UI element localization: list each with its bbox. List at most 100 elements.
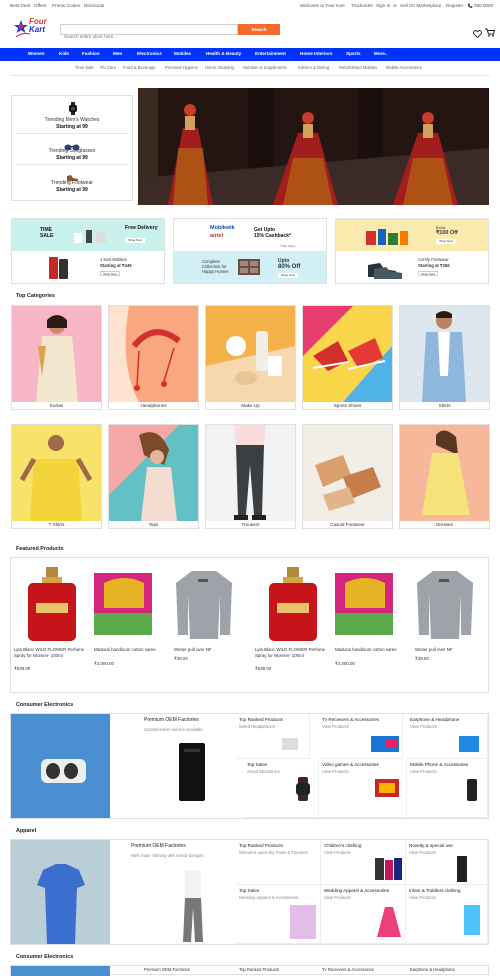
product-name[interactable]: Madurai handloom cotton saree [94,647,174,653]
register-link[interactable]: Register [446,3,463,8]
subnav-item[interactable]: Food & Beverage [123,65,156,70]
shop-now-button[interactable]: Shop Now [125,238,145,243]
product-name[interactable]: Madurai handloom cotton saree [335,647,415,653]
sub-category-cell[interactable]: Top Ranked Products Wired Headphones [236,714,310,759]
product-name[interactable]: Lyla Blanc WILD FLOWER Perfume Spray for… [255,647,335,658]
sub-category-cell[interactable]: Wedding Apparel & Accessories View Produc… [321,885,406,944]
product-price: ₹639.00 [14,666,31,671]
product-card[interactable]: Winter pull over NF ₹39.00 [174,565,254,685]
sub-category-cell[interactable]: Infant & Toddlers clothing View Products [406,885,488,944]
phone-number[interactable]: 080 0000 [474,3,493,8]
mobikwik-logo: Mobikwik [210,225,235,231]
sub-category-cell[interactable]: Top Ranked Products Women's quick-dry Pan… [236,840,321,885]
offers-link[interactable]: Offers [34,3,46,8]
cell-heading: Top Ranked Products [239,717,283,722]
category-label: T Shirts [48,522,65,527]
hero-banner[interactable] [138,88,489,205]
promo-card-mobikwik[interactable]: Mobikwik airtel Get Upto 15% Cashback* *… [173,218,327,284]
feature-heading[interactable]: Premium OEM Factories [144,717,199,723]
sub-category-cell[interactable]: Top Sales Wedding Apparel & Accessories [236,885,321,944]
product-name[interactable]: Winter pull over NF [415,647,495,653]
cart-icon[interactable] [485,24,496,37]
cell-heading: Novelty & special use [409,843,453,848]
featured-products-title: Featured Products [16,546,64,552]
category-card[interactable]: Sports Shoes [302,305,393,410]
sub-category-cell[interactable]: Earphone & Headphone View Products [407,714,488,759]
subnav-item[interactable]: Time Sale [75,65,94,70]
feature-heading[interactable]: Premium OEM Factories [144,967,190,972]
sell-on-marketplace-link[interactable]: Sell On Marketplace [400,3,441,8]
subnav-item[interactable]: Personal Hygiene [165,65,198,70]
sub-category-cell[interactable]: Children's clothing View Products [321,840,406,885]
subnav-item[interactable]: Flu Care [100,65,116,70]
product-name[interactable]: Lyla Blanc WILD FLOWER Perfume Spray for… [14,647,94,658]
nav-sports[interactable]: Sports [346,51,361,56]
promo-codes-link[interactable]: Promo Codes [52,3,80,8]
sub-category-cell[interactable]: Mobile Phone & Accessories View Products [407,759,488,818]
category-card[interactable]: Kurtas [11,305,102,410]
furniture-image [236,257,270,277]
nav-more[interactable]: More.. [374,51,388,56]
product-card[interactable]: Madurai handloom cotton saree ₹4,000.00 [335,565,415,685]
main-nav: Women Kids Fashion Men Electronics Mobil… [0,48,500,61]
product-card[interactable]: Lyla Blanc WILD FLOWER Perfume Spray for… [14,565,94,685]
shop-now-button[interactable]: Shop Now [418,271,438,276]
feature-heading[interactable]: Premium OEM Factories [131,843,186,849]
nav-electronics[interactable]: Electronics [137,51,162,56]
sub-category-cell[interactable]: Tv Recievers & Accessories View Products [319,714,403,759]
sub-category-cell[interactable]: Video games & Accessories View Products [319,759,407,818]
search-input[interactable] [61,32,237,41]
category-label: Headphones [140,403,167,408]
shop-now-button[interactable]: Shop Now [278,273,298,278]
trending-title[interactable]: Trending Sunglasses [12,148,132,154]
product-name[interactable]: Winter pull over NF [174,647,254,653]
trackorder-link[interactable]: Trackorder [351,3,373,8]
trending-title[interactable]: Trending Men's Watches [12,117,132,123]
product-card[interactable]: Lyla Blanc WILD FLOWER Perfume Spray for… [255,565,335,685]
nav-home-interiors[interactable]: Home Interiors [300,51,332,56]
trending-title[interactable]: Trending Footwear [12,180,132,186]
category-label: Make Up [241,403,260,408]
category-label: Trousers [241,522,260,527]
product-card[interactable]: Madurai handloom cotton saree ₹4,000.00 [94,565,174,685]
category-card[interactable]: Tops [108,424,199,529]
subnav-item[interactable]: Refurbished Mobiles [339,65,377,70]
nav-men[interactable]: Men [113,51,122,56]
nav-women[interactable]: Women [28,51,45,56]
heart-icon[interactable] [472,25,483,39]
nav-mobiles[interactable]: Mobiles [174,51,191,56]
category-card[interactable]: Dresses [399,424,490,529]
best-deal-link[interactable]: Best Deal [10,3,30,8]
subnav-item[interactable]: Kitchen & Dining [298,65,329,70]
cell-sub: View Products [410,724,437,729]
nav-kids[interactable]: Kids [59,51,69,56]
four-kart-logo[interactable]: Four Kart [14,17,50,39]
category-card[interactable]: Trousers [205,424,296,529]
cell-sub: Smart Electronics [247,769,280,774]
nav-fashion[interactable]: Fashion [82,51,100,56]
category-card[interactable]: Casual Footwear [302,424,393,529]
cell-heading: Video games & Accessories [322,762,379,767]
cell-heading[interactable]: Tv Recievers & Accessories [322,967,374,972]
subnav-item[interactable]: Home Cleaning [205,65,234,70]
discounts-link[interactable]: Discounts [84,3,104,8]
cell-heading[interactable]: Top Ranked Products [239,967,279,972]
category-card[interactable]: Headphones [108,305,199,410]
product-card[interactable]: Winter pull over NF ₹39.00 [415,565,495,685]
search-button[interactable]: Search [238,24,280,35]
subnav-item[interactable]: Nutrition & Suppliments [243,65,287,70]
subnav-item[interactable]: Mobile Accessories [386,65,422,70]
promo-card-time-sale[interactable]: TIME SALE Free Delivery Shop Now 1 Kart … [11,218,165,284]
category-card[interactable]: Shirts [399,305,490,410]
cell-heading[interactable]: Earphone & Headphone [410,967,455,972]
sign-in-link[interactable]: Sign In [376,3,390,8]
sub-category-cell[interactable]: Novelty & special use View Products [406,840,488,885]
category-card[interactable]: Make Up [205,305,296,410]
sub-category-cell[interactable]: Top Sales Smart Electronics [244,759,319,818]
nav-health-beauty[interactable]: Health & Beauty [206,51,241,56]
promo-card-extra-off[interactable]: Extra ₹100 Off Shop Now Comfy Footwear S… [335,218,489,284]
nav-entertainment[interactable]: Entertainment [255,51,286,56]
shop-now-button[interactable]: Shop Now [436,239,456,244]
category-card[interactable]: T Shirts [11,424,102,529]
shop-now-button[interactable]: Shop Now [100,271,120,276]
